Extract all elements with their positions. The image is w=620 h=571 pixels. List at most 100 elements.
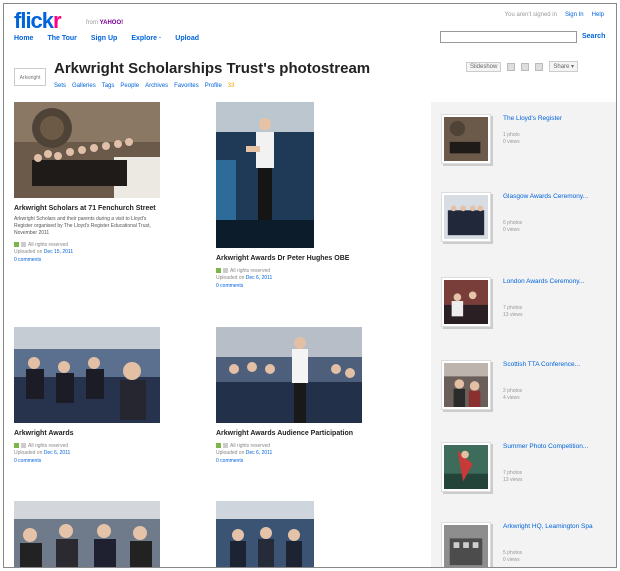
sign-in-link[interactable]: Sign In bbox=[565, 12, 584, 18]
photo-thumbnail[interactable] bbox=[14, 102, 160, 198]
photo-card bbox=[216, 501, 366, 567]
comments-link[interactable]: 0 comments bbox=[216, 283, 366, 289]
set-thumb-london bbox=[444, 280, 488, 324]
set-stats: 5 photos 0 views bbox=[503, 550, 522, 564]
set-title[interactable]: Arkwright HQ, Leamington Spa bbox=[503, 522, 613, 531]
subnav-tags[interactable]: Tags bbox=[102, 83, 115, 89]
set-item[interactable]: The Lloyd's Register 1 photo 0 views bbox=[441, 114, 616, 174]
set-title[interactable]: The Lloyd's Register bbox=[503, 114, 613, 123]
set-stats: 2 photos 4 views bbox=[503, 388, 522, 402]
flickr-logo[interactable]: flickr bbox=[14, 8, 62, 34]
buddy-icon[interactable]: Arkwright bbox=[14, 68, 46, 86]
subnav-sets[interactable]: Sets bbox=[54, 83, 66, 89]
set-view-count: 13 views bbox=[503, 312, 523, 318]
photo-title[interactable]: Arkwright Scholars at 71 Fenchurch Stree… bbox=[14, 204, 164, 213]
photo-card: Arkwright Awards Audience Participation … bbox=[216, 327, 366, 464]
photo-title[interactable]: Arkwright Awards Dr Peter Hughes OBE bbox=[216, 254, 366, 263]
nav-home[interactable]: Home bbox=[14, 35, 33, 42]
nav-explore[interactable]: Explore · bbox=[131, 35, 161, 42]
set-title[interactable]: Scottish TTA Conference... bbox=[503, 360, 613, 369]
copyright-icon bbox=[223, 268, 228, 274]
photo-meta: All rights reserved Uploaded on Dec 6, 2… bbox=[14, 443, 164, 457]
set-title[interactable]: Glasgow Awards Ceremony... bbox=[503, 192, 613, 201]
logo-from: from bbox=[86, 20, 98, 26]
comments-link[interactable]: 0 comments bbox=[14, 458, 164, 464]
photo-thumbnail[interactable] bbox=[14, 501, 160, 567]
photo-thumbnail[interactable] bbox=[216, 501, 314, 567]
comments-link[interactable]: 0 comments bbox=[14, 257, 164, 263]
rights-text: All rights reserved bbox=[28, 242, 69, 248]
photo-thumbnail[interactable] bbox=[14, 327, 160, 423]
upload-date-link[interactable]: Dec 15, 2011 bbox=[44, 249, 73, 255]
photo-title[interactable]: Arkwright Awards Audience Participation bbox=[216, 429, 366, 438]
page-title: Arkwright Scholarships Trust's photostre… bbox=[54, 60, 371, 77]
nav-signup[interactable]: Sign Up bbox=[91, 35, 117, 42]
share-button[interactable]: Share ▾ bbox=[549, 61, 579, 72]
slideshow-button[interactable]: Slideshow bbox=[466, 61, 502, 72]
nav-upload[interactable]: Upload bbox=[175, 35, 199, 42]
signed-out-text: You aren't signed in bbox=[504, 12, 557, 18]
set-photo-count: 2 photos bbox=[503, 388, 523, 394]
nav-tour[interactable]: The Tour bbox=[47, 35, 76, 42]
uploaded-label: Uploaded on bbox=[216, 450, 245, 456]
upload-date-link[interactable]: Dec 6, 2011 bbox=[246, 450, 273, 456]
detail-view-icon[interactable] bbox=[535, 62, 544, 71]
uploaded-label: Uploaded on bbox=[14, 249, 43, 255]
sets-sidebar: The Lloyd's Register 1 photo 0 views Glas… bbox=[431, 102, 616, 567]
rights-text: All rights reserved bbox=[28, 443, 69, 449]
comments-link[interactable]: 0 comments bbox=[216, 458, 366, 464]
set-thumb-scottish bbox=[444, 363, 488, 407]
view-controls: Slideshow Share ▾ bbox=[466, 61, 579, 72]
set-title[interactable]: London Awards Ceremony... bbox=[503, 277, 613, 286]
photo-meta: All rights reserved Uploaded on Dec 6, 2… bbox=[216, 268, 366, 282]
photo-title[interactable]: Arkwright Awards bbox=[14, 429, 164, 438]
photo-thumbnail[interactable] bbox=[216, 327, 362, 423]
copyright-icon bbox=[223, 443, 228, 449]
subnav-people[interactable]: People bbox=[120, 83, 139, 89]
subnav-archives[interactable]: Archives bbox=[145, 83, 168, 89]
search-input[interactable] bbox=[440, 31, 577, 43]
photo-audience-clapping bbox=[14, 501, 160, 567]
upload-date-link[interactable]: Dec 6, 2011 bbox=[246, 275, 273, 281]
set-thumb-arkwright-hq bbox=[444, 525, 488, 567]
license-icon bbox=[14, 242, 19, 248]
set-photo-count: 1 photo bbox=[503, 132, 520, 138]
set-thumbnail[interactable] bbox=[441, 442, 491, 492]
photo-meta: All rights reserved Uploaded on Dec 15, … bbox=[14, 242, 164, 256]
set-thumbnail[interactable] bbox=[441, 360, 491, 410]
search-button[interactable]: Search bbox=[582, 33, 605, 40]
set-thumbnail[interactable] bbox=[441, 114, 491, 164]
rights-text: All rights reserved bbox=[230, 443, 271, 449]
upload-date-link[interactable]: Dec 6, 2011 bbox=[44, 450, 71, 456]
photo-presentation bbox=[216, 501, 314, 567]
photo-thumbnail[interactable] bbox=[216, 102, 314, 248]
set-item[interactable]: Summer Photo Competition... 7 photos 13 v… bbox=[441, 442, 616, 502]
set-item[interactable]: London Awards Ceremony... 7 photos 13 vie… bbox=[441, 277, 616, 337]
grid-view-icon[interactable] bbox=[507, 62, 516, 71]
set-thumbnail[interactable] bbox=[441, 277, 491, 327]
yahoo-brand: from YAHOO! bbox=[86, 20, 123, 26]
subnav-profile[interactable]: Profile bbox=[205, 83, 222, 89]
set-stats: 7 photos 13 views bbox=[503, 470, 522, 484]
yahoo-logo: YAHOO! bbox=[99, 20, 124, 26]
photo-card: Arkwright Awards All rights reserved Upl… bbox=[14, 327, 164, 464]
set-thumb-glasgow bbox=[444, 195, 488, 239]
photo-card: Arkwright Scholars at 71 Fenchurch Stree… bbox=[14, 102, 164, 263]
license-icon bbox=[216, 268, 221, 274]
set-thumbnail[interactable] bbox=[441, 522, 491, 567]
photo-description: Arkwright Scholars and their parents dur… bbox=[14, 216, 151, 236]
set-item[interactable]: Arkwright HQ, Leamington Spa 5 photos 0 v… bbox=[441, 522, 616, 567]
photo-audience-participation bbox=[216, 327, 362, 423]
subnav-galleries[interactable]: Galleries bbox=[72, 83, 96, 89]
set-title[interactable]: Summer Photo Competition... bbox=[503, 442, 613, 451]
photo-peter-hughes bbox=[216, 102, 314, 248]
set-item[interactable]: Glasgow Awards Ceremony... 6 photos 0 vie… bbox=[441, 192, 616, 252]
list-view-icon[interactable] bbox=[521, 62, 530, 71]
browser-frame: flickr from YAHOO! Home The Tour Sign Up… bbox=[3, 3, 617, 568]
set-item[interactable]: Scottish TTA Conference... 2 photos 4 vie… bbox=[441, 360, 616, 420]
help-link[interactable]: Help bbox=[592, 12, 604, 18]
set-thumb-summer bbox=[444, 445, 488, 489]
copyright-icon bbox=[21, 443, 26, 449]
set-thumbnail[interactable] bbox=[441, 192, 491, 242]
subnav-favorites[interactable]: Favorites bbox=[174, 83, 199, 89]
